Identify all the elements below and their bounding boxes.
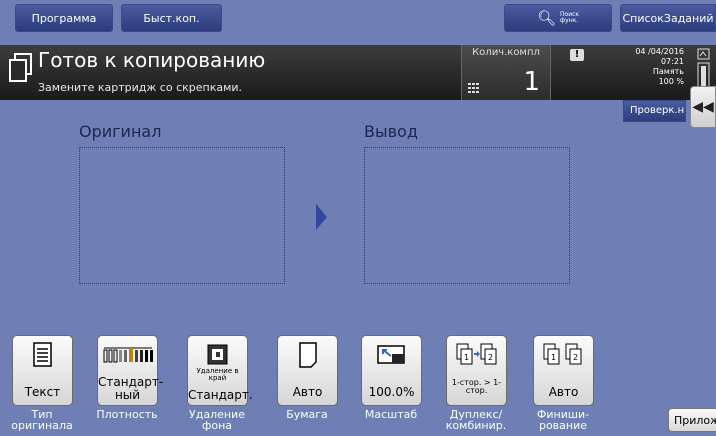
- copy-count-label: Колич.компл: [472, 47, 540, 58]
- copy-count-value: 1: [523, 67, 540, 97]
- finishing-caption: Финиши-рование: [536, 408, 590, 432]
- duplex-tile[interactable]: 1 2 1-стор. > 1-стор.: [446, 335, 507, 406]
- duplex-icon: 1 2: [456, 343, 496, 365]
- svg-text:2: 2: [573, 353, 578, 362]
- status-message: Замените картридж со скрепками.: [38, 81, 243, 94]
- svg-text:1: 1: [551, 353, 556, 362]
- original-type-caption: Тип оригинала: [11, 408, 73, 432]
- duplex-caption: Дуплекс/ комбинир.: [445, 408, 507, 432]
- check-settings-button[interactable]: Проверк.н: [623, 100, 686, 122]
- background-removal-caption: Удаление фона: [189, 408, 245, 432]
- time-text: 07:21: [660, 57, 684, 66]
- density-tile[interactable]: Стандарт-ный: [97, 335, 164, 406]
- original-type-tile[interactable]: Текст: [12, 335, 73, 406]
- copy-count-box[interactable]: Колич.компл 1: [461, 45, 551, 100]
- search-icon: 🔍︎: [536, 9, 557, 27]
- collapse-panel-button[interactable]: ◀◀: [690, 86, 716, 128]
- density-icon: [103, 347, 153, 363]
- paper-icon: [298, 342, 317, 368]
- paper-tile[interactable]: Авто: [277, 335, 338, 406]
- status-title: Готов к копированию: [38, 48, 266, 72]
- status-info: 04 /04/2016 07:21 Память 100 %: [612, 47, 684, 87]
- copy-document-icon: [9, 53, 32, 82]
- original-label: Оригинал: [79, 122, 162, 141]
- search-function-label: Поиск функ.: [560, 11, 580, 24]
- quick-copy-button[interactable]: Быст.коп.: [121, 4, 222, 32]
- paper-value: Авто: [292, 385, 323, 399]
- duplex-value: 1-стор. > 1-стор.: [451, 378, 502, 395]
- status-panel: Готов к копированию Замените картридж со…: [0, 45, 716, 100]
- warning-icon[interactable]: !: [570, 49, 584, 61]
- top-bar: Программа Быст.коп. 🔍︎ Поиск функ. Список…: [0, 0, 716, 40]
- finishing-tile[interactable]: 1 2 Авто: [533, 335, 594, 406]
- zoom-tile[interactable]: 100.0%: [361, 335, 422, 406]
- search-function-button[interactable]: 🔍︎ Поиск функ.: [504, 4, 612, 32]
- keypad-icon: [468, 83, 479, 93]
- svg-text:2: 2: [488, 353, 493, 362]
- program-button[interactable]: Программа: [15, 4, 113, 32]
- zoom-icon: [376, 345, 405, 364]
- output-preview: [364, 147, 570, 284]
- finishing-icon: 1 2: [543, 343, 581, 365]
- zoom-caption: Масштаб: [364, 408, 418, 421]
- original-type-value: Текст: [24, 385, 61, 399]
- date-text: 04 /04/2016: [635, 47, 684, 56]
- output-label: Вывод: [364, 122, 418, 141]
- zoom-value: 100.0%: [368, 385, 415, 399]
- memory-label: Память: [652, 67, 684, 76]
- application-button[interactable]: Приложение: [668, 408, 716, 432]
- arrow-right-icon: [316, 204, 327, 230]
- finishing-value: Авто: [548, 385, 579, 399]
- background-removal-value: Стандарт.: [188, 388, 253, 402]
- svg-text:1: 1: [464, 353, 469, 362]
- background-removal-subvalue: Удаление в край: [196, 367, 239, 382]
- original-preview: [79, 147, 285, 284]
- document-icon: [32, 342, 52, 367]
- job-list-button[interactable]: СписокЗаданий: [620, 4, 716, 32]
- paper-caption: Бумага: [286, 408, 328, 421]
- density-caption: Плотность: [96, 408, 158, 421]
- memory-value: 100 %: [658, 77, 684, 86]
- background-removal-icon: [207, 344, 227, 365]
- density-value: Стандарт-ный: [98, 375, 164, 402]
- background-removal-tile[interactable]: Удаление в край Стандарт.: [187, 335, 253, 406]
